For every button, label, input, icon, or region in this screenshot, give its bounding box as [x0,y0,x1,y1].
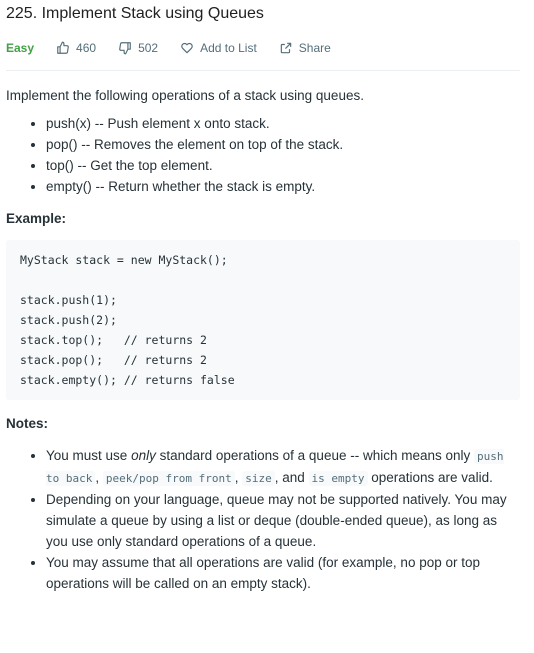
operations-list: push(x) -- Push element x onto stack. po… [6,113,520,197]
code-line: stack.pop(); // returns 2 [20,353,207,367]
emphasis-only: only [131,448,156,463]
like-count: 460 [76,41,97,55]
code-line: stack.empty(); // returns false [20,373,235,387]
code-line: ​ [20,270,506,290]
list-item: empty() -- Return whether the stack is e… [46,176,520,197]
header-divider [6,70,520,71]
list-item: push(x) -- Push element x onto stack. [46,113,520,134]
heart-icon [181,42,193,54]
thumbs-down-icon [119,42,131,55]
problem-meta-bar: Easy 460 502 Add to List Share [6,39,353,57]
dislike-button[interactable]: 502 [118,41,158,55]
inline-code: size [242,471,275,486]
add-to-list-button[interactable]: Add to List [180,41,257,55]
share-label: Share [298,41,331,55]
code-line: stack.top(); // returns 2 [20,333,207,347]
like-button[interactable]: 460 [56,41,96,55]
code-line: stack.push(2); [20,313,117,327]
problem-title: 225. Implement Stack using Queues [6,5,264,22]
share-icon [280,42,292,54]
list-item: Depending on your language, queue may no… [46,489,520,552]
list-item: pop() -- Removes the element on top of t… [46,134,520,155]
problem-intro: Implement the following operations of a … [6,88,364,103]
example-heading: Example: [6,211,67,226]
notes-heading: Notes: [6,416,49,431]
difficulty-badge: Easy [6,41,35,55]
list-item: You may assume that all operations are v… [46,552,520,594]
example-code-block: MyStack stack = new MyStack(); ​ stack.pus… [6,240,520,400]
inline-code: is empty [308,471,368,486]
share-button[interactable]: Share [279,41,331,55]
thumbs-up-icon [57,41,69,54]
notes-list: You must use only standard operations of… [6,445,520,594]
list-item: top() -- Get the top element. [46,155,520,176]
problem-content: Implement the following operations of a … [6,88,520,594]
add-to-list-label: Add to List [200,41,257,55]
dislike-count: 502 [138,41,159,55]
code-line: MyStack stack = new MyStack(); [20,253,228,267]
inline-code: peek/pop from front [102,471,235,486]
problem-description: 225. Implement Stack using Queues Easy 4… [0,0,534,653]
code-line: stack.push(1); [20,293,117,307]
list-item: You must use only standard operations of… [46,445,520,489]
